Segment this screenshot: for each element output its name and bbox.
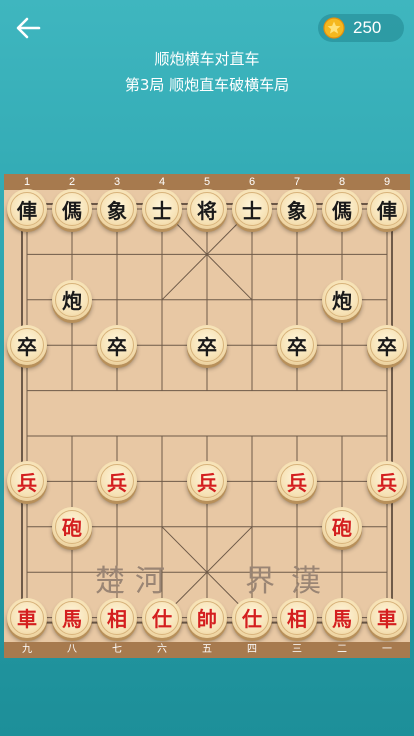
black-piece[interactable]: 将 [187, 189, 227, 229]
piece-label: 相 [287, 607, 307, 632]
column-number: 七 [112, 644, 122, 655]
column-number: 四 [247, 644, 257, 655]
black-piece[interactable]: 俥 [7, 189, 47, 229]
black-piece[interactable]: 卒 [187, 325, 227, 366]
piece-label: 象 [287, 198, 307, 223]
piece-label: 士 [152, 198, 172, 223]
column-number: 三 [292, 644, 302, 655]
piece-label: 兵 [197, 470, 217, 495]
piece-label: 車 [17, 607, 37, 632]
piece-label: 卒 [287, 334, 307, 359]
column-numbers-bottom: 九八七六五四三二一 [4, 642, 410, 658]
piece-label: 仕 [152, 607, 172, 632]
column-number: 二 [337, 644, 347, 655]
page-subtitle: 第3局 顺炮直车破横车局 [124, 76, 290, 94]
column-number: 八 [67, 644, 77, 655]
piece-label: 卒 [107, 334, 127, 359]
board-grid [21, 203, 393, 624]
red-piece[interactable]: 車 [7, 597, 47, 638]
piece-label: 相 [107, 607, 127, 632]
red-piece[interactable]: 砲 [52, 506, 92, 547]
black-piece[interactable]: 卒 [7, 325, 47, 366]
red-piece[interactable]: 相 [97, 597, 137, 638]
black-piece[interactable]: 象 [277, 189, 317, 229]
black-piece[interactable]: 炮 [52, 279, 92, 320]
black-piece[interactable]: 俥 [367, 189, 407, 229]
red-piece[interactable]: 馬 [52, 597, 92, 638]
top-bar: 250 顺炮横车对直车 第3局 顺炮直车破横车局 [0, 0, 414, 100]
piece-label: 仕 [242, 607, 262, 632]
red-piece[interactable]: 仕 [142, 597, 182, 638]
piece-label: 馬 [62, 607, 82, 632]
piece-label: 砲 [332, 516, 352, 541]
piece-label: 帥 [197, 607, 217, 632]
black-piece[interactable]: 士 [232, 189, 272, 229]
piece-label: 傌 [62, 198, 82, 223]
river-text-jie: 界 [245, 564, 275, 599]
river-text-he: 河 [135, 564, 165, 599]
piece-label: 俥 [377, 198, 397, 223]
black-piece[interactable]: 士 [142, 189, 182, 229]
piece-label: 馬 [332, 607, 352, 632]
black-piece[interactable]: 卒 [97, 325, 137, 366]
piece-label: 兵 [377, 470, 397, 495]
piece-label: 兵 [17, 470, 37, 495]
river-text-han: 漢 [291, 564, 321, 599]
page-title: 顺炮横车对直车 [154, 50, 260, 68]
piece-label: 兵 [107, 470, 127, 495]
piece-label: 砲 [62, 516, 82, 541]
piece-label: 将 [197, 198, 217, 223]
back-arrow-icon [16, 17, 41, 39]
piece-label: 炮 [62, 289, 82, 314]
black-piece[interactable]: 傌 [52, 189, 92, 229]
red-piece[interactable]: 相 [277, 597, 317, 638]
back-button[interactable] [12, 12, 44, 44]
coin-star-icon [323, 17, 345, 39]
piece-label: 車 [377, 607, 397, 632]
red-piece[interactable]: 車 [367, 597, 407, 638]
red-piece[interactable]: 仕 [232, 597, 272, 638]
piece-label: 卒 [377, 334, 397, 359]
black-piece[interactable]: 卒 [367, 325, 407, 366]
piece-label: 俥 [17, 198, 37, 223]
red-piece[interactable]: 砲 [322, 506, 362, 547]
black-piece[interactable]: 炮 [322, 279, 362, 320]
piece-label: 卒 [197, 334, 217, 359]
piece-label: 傌 [332, 198, 352, 223]
chess-board[interactable]: 123456789 楚 河 界 漢 俥傌象士将士象傌俥炮炮卒卒卒卒卒兵兵兵兵兵砲… [4, 174, 410, 658]
piece-label: 象 [107, 198, 127, 223]
column-number: 六 [157, 644, 167, 655]
column-number: 九 [22, 644, 32, 655]
red-piece[interactable]: 馬 [322, 597, 362, 638]
piece-label: 炮 [332, 289, 352, 314]
piece-label: 士 [242, 198, 262, 223]
red-piece[interactable]: 帥 [187, 597, 227, 638]
column-number: 一 [382, 644, 392, 655]
river-text-chu: 楚 [95, 564, 125, 599]
column-number: 五 [202, 644, 212, 655]
coin-balance: 250 [318, 14, 404, 42]
coin-count: 250 [353, 18, 382, 37]
black-piece[interactable]: 卒 [277, 325, 317, 366]
piece-label: 兵 [287, 470, 307, 495]
black-piece[interactable]: 傌 [322, 189, 362, 229]
piece-label: 卒 [17, 334, 37, 359]
black-piece[interactable]: 象 [97, 189, 137, 229]
